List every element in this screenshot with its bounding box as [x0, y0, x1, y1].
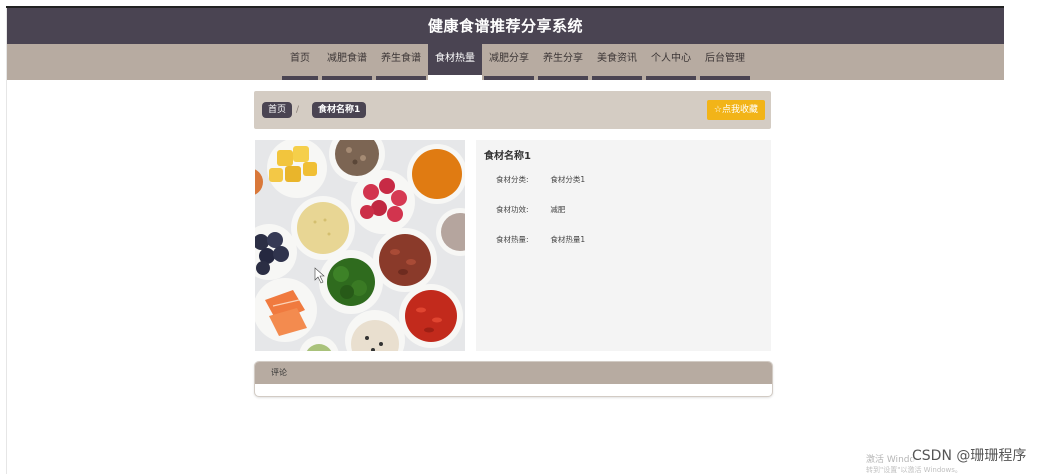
nav-underline: [646, 76, 696, 80]
breadcrumb-separator: /: [296, 105, 300, 115]
nav-underline: [322, 76, 372, 80]
ingredient-photo: [255, 140, 465, 351]
nav-item-label: 减肥分享: [489, 53, 529, 64]
ingredient-name: 食材名称1: [484, 151, 531, 162]
nav-underline: [538, 76, 588, 80]
comment-section: 评论: [254, 361, 773, 397]
site-title: 健康食谱推荐分享系统: [427, 17, 583, 35]
nav-item-label: 首页: [290, 53, 310, 64]
nav-item-label: 养生食谱: [381, 53, 421, 64]
nav-item[interactable]: 个人中心: [644, 44, 698, 80]
nav-item-label: 个人中心: [651, 53, 691, 64]
info-value: 食材热量1: [550, 235, 586, 244]
comment-header: 评论: [255, 362, 772, 384]
nav-item[interactable]: 减肥食谱: [320, 44, 374, 80]
nav-underline: [700, 76, 750, 80]
nav-item[interactable]: 养生食谱: [374, 44, 428, 80]
nav-item[interactable]: 养生分享: [536, 44, 590, 80]
nav-item[interactable]: 减肥分享: [482, 44, 536, 80]
info-row-category: 食材分类: 食材分类1: [496, 174, 585, 185]
info-label: 食材功效:: [496, 205, 529, 214]
csdn-watermark: CSDN @珊珊程序: [912, 445, 1027, 465]
info-label: 食材热量:: [496, 235, 529, 244]
breadcrumb-current: 食材名称1: [312, 102, 367, 118]
info-label: 食材分类:: [496, 175, 529, 184]
nav-item[interactable]: 后台管理: [698, 44, 752, 80]
info-row-calories: 食材热量: 食材热量1: [496, 234, 585, 245]
breadcrumb-home[interactable]: 首页: [262, 102, 293, 118]
nav-underline: [376, 76, 426, 80]
nav-item-label: 养生分享: [543, 53, 583, 64]
nav-item-label: 后台管理: [705, 53, 745, 64]
nav-item-label: 减肥食谱: [327, 53, 367, 64]
favorite-button[interactable]: ☆点我收藏: [706, 100, 765, 120]
nav-item-label: 食材热量: [435, 53, 475, 64]
nav-items: 首页 减肥食谱 养生食谱 食材热量 减肥分享 养生分享 美食资讯 个人中心 后台管理: [280, 44, 752, 80]
ingredient-info-panel: 食材名称1 食材分类: 食材分类1 食材功效: 减肥 食材热量: 食材热量1: [476, 140, 771, 351]
site-header: 健康食谱推荐分享系统: [7, 8, 1004, 44]
nav-item-label: 美食资讯: [597, 53, 637, 64]
nav-item[interactable]: 美食资讯: [590, 44, 644, 80]
nav-underline: [484, 76, 534, 80]
info-value: 食材分类1: [550, 175, 586, 184]
top-nav: 首页 减肥食谱 养生食谱 食材热量 减肥分享 养生分享 美食资讯 个人中心 后台管理: [7, 44, 1004, 80]
windows-activation-watermark: 激活 Windo: [866, 455, 915, 465]
nav-item[interactable]: 首页: [280, 44, 320, 80]
nav-active-indicator: [428, 75, 482, 80]
nav-underline: [592, 76, 642, 80]
nav-underline: [282, 76, 318, 80]
nav-item[interactable]: 食材热量: [428, 44, 482, 80]
info-value: 减肥: [550, 205, 566, 214]
breadcrumb-bar: 首页 / 食材名称1 ☆点我收藏: [254, 91, 771, 129]
info-row-effect: 食材功效: 减肥: [496, 204, 565, 215]
ingredient-photo-image: [255, 140, 465, 351]
